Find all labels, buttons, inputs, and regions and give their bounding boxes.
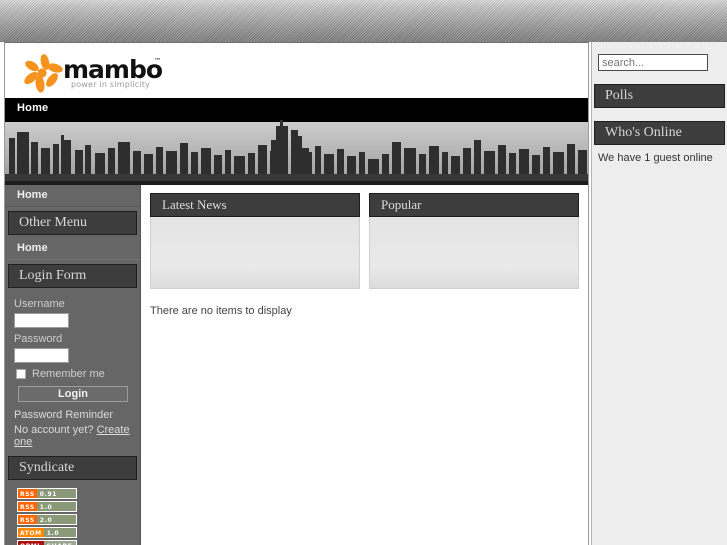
feed-badge-opml[interactable]: OPML SHARE IT! [17, 540, 77, 545]
no-account-text: No account yet? Create one [14, 424, 130, 448]
feed-kind-label: RSS [18, 502, 37, 511]
feed-version-label: 1.0 [36, 502, 76, 511]
password-input[interactable] [14, 348, 69, 363]
main-column: Latest News Popular There are no items t… [141, 185, 588, 545]
sidebar-item-home-main[interactable]: Home [5, 185, 140, 207]
feed-kind-label: ATOM [18, 528, 44, 537]
latest-news-title: Latest News [150, 193, 360, 217]
popular-title: Popular [369, 193, 579, 217]
feed-kind-label: RSS [18, 515, 37, 524]
sidebar-item-home-other[interactable]: Home [5, 238, 140, 260]
username-label: Username [14, 298, 65, 310]
remember-me-row: Remember me [16, 368, 131, 380]
no-account-label: No account yet? [14, 424, 94, 436]
feed-version-label: 0.91 [36, 489, 76, 498]
site-header: mambo ™ power in simplicity [5, 43, 588, 98]
empty-content-message: There are no items to display [150, 305, 292, 317]
skyline-banner-image [5, 118, 588, 185]
feed-version-label: 2.0 [36, 515, 76, 524]
breadcrumb-home[interactable]: Home [17, 102, 48, 114]
login-form-title: Login Form [8, 264, 137, 288]
right-sidebar: Polls Who's Online We have 1 guest onlin… [591, 42, 727, 545]
syndicate-title: Syndicate [8, 456, 137, 480]
popular-body [369, 217, 579, 289]
svg-text:™: ™ [154, 57, 161, 65]
left-sidebar: Home Other Menu Home Login Form Username… [5, 185, 141, 545]
password-reminder-link[interactable]: Password Reminder [14, 409, 131, 421]
svg-text:power in simplicity: power in simplicity [71, 80, 150, 89]
search-module [592, 42, 727, 71]
password-label: Password [14, 333, 63, 345]
polls-title: Polls [594, 84, 725, 108]
search-input[interactable] [598, 54, 708, 71]
feed-badge-rss-10[interactable]: RSS 1.0 [17, 501, 77, 512]
frontpage-modules: Latest News Popular [141, 185, 588, 289]
whos-online-text: We have 1 guest online [598, 152, 713, 164]
feed-share-label: SHARE IT! [43, 541, 76, 545]
feed-badge-rss-20[interactable]: RSS 2.0 [17, 514, 77, 525]
remember-me-checkbox[interactable] [16, 369, 26, 379]
feed-version-label: 1.0 [43, 528, 76, 537]
feed-kind-label: RSS [18, 489, 37, 498]
page-root: mambo ™ power in simplicity Home Home Ot… [0, 0, 727, 545]
username-input[interactable] [14, 313, 69, 328]
feed-badge-rss-091[interactable]: RSS 0.91 [17, 488, 77, 499]
latest-news-body [150, 217, 360, 289]
flower-icon [24, 54, 63, 93]
syndicate-feeds: RSS 0.91 RSS 1.0 RSS 2.0 ATOM 1.0 [5, 483, 140, 545]
login-form: Username Password Remember me Login Pass… [5, 291, 140, 452]
breadcrumb: Home [5, 98, 588, 118]
whos-online-title: Who's Online [594, 121, 725, 145]
popular-module: Popular [369, 193, 579, 289]
feed-kind-label: OPML [18, 541, 44, 545]
feed-badge-atom-10[interactable]: ATOM 1.0 [17, 527, 77, 538]
other-menu-title: Other Menu [8, 211, 137, 235]
main-content-card: mambo ™ power in simplicity Home Home Ot… [4, 42, 589, 545]
top-gradient-band [0, 0, 727, 42]
mambo-logo[interactable]: mambo ™ power in simplicity [19, 53, 167, 93]
login-button[interactable]: Login [18, 386, 128, 402]
remember-me-label: Remember me [32, 368, 105, 380]
latest-news-module: Latest News [150, 193, 360, 289]
content-columns: Home Other Menu Home Login Form Username… [5, 185, 588, 545]
